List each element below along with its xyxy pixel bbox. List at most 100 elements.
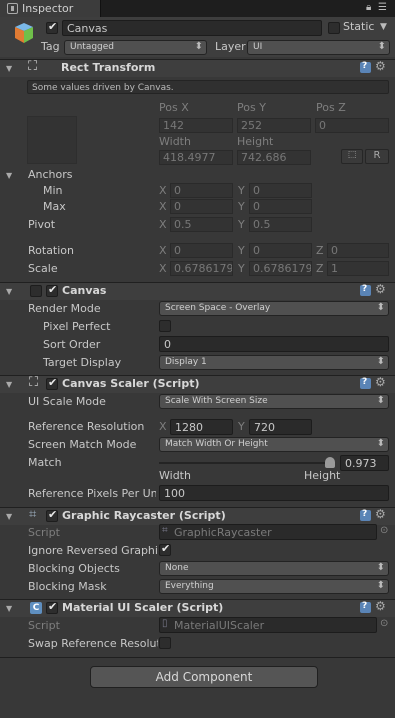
foldout-icon[interactable]: ▼ — [6, 380, 12, 389]
raw-edit-button[interactable]: R — [365, 149, 389, 164]
raycaster-script-icon: ⌗ — [29, 507, 37, 522]
blocking-objects-dropdown[interactable]: None — [159, 561, 389, 576]
canvas-scaler-enabled-checkbox[interactable] — [46, 376, 58, 390]
gear-icon[interactable]: ⚙ — [375, 599, 386, 613]
active-checkbox[interactable] — [46, 20, 58, 34]
target-display-dropdown[interactable]: Display 1 — [159, 355, 389, 370]
anchor-min-x-field[interactable]: 0 — [170, 183, 233, 198]
screen-match-mode-dropdown[interactable]: Match Width Or Height — [159, 437, 389, 452]
match-value-field[interactable]: 0.973 — [340, 455, 389, 471]
add-component-button[interactable]: Add Component — [90, 666, 318, 688]
sort-order-label: Sort Order — [43, 338, 101, 351]
help-icon[interactable] — [360, 377, 371, 389]
rotation-y-field[interactable]: 0 — [249, 243, 312, 258]
ignore-reversed-checkbox[interactable] — [159, 542, 171, 556]
lock-icon[interactable]: 🔒︎ — [366, 2, 371, 13]
csharp-script-icon: C — [30, 602, 42, 614]
blocking-objects-label: Blocking Objects — [28, 562, 120, 575]
reference-ppu-field[interactable]: 100 — [159, 485, 389, 501]
ui-scale-mode-dropdown[interactable]: Scale With Screen Size — [159, 394, 389, 409]
anchor-max-x-field[interactable]: 0 — [170, 199, 233, 214]
rect-transform-header[interactable] — [0, 59, 395, 77]
pixel-perfect-checkbox[interactable] — [159, 320, 171, 332]
scale-x-field[interactable]: 0.6786179 — [170, 261, 233, 276]
gear-icon[interactable]: ⚙ — [375, 375, 386, 389]
help-icon[interactable] — [360, 61, 371, 73]
pos-x-field[interactable]: 142 — [159, 118, 233, 133]
canvas-header[interactable] — [0, 282, 395, 300]
render-mode-dropdown[interactable]: Screen Space - Overlay — [159, 301, 389, 316]
reference-resolution-y-field[interactable]: 720 — [249, 419, 312, 435]
graphic-raycaster-enabled-checkbox[interactable] — [46, 508, 58, 522]
canvas-component-icon — [30, 285, 42, 297]
tab-inspector[interactable]: Inspector — [0, 0, 101, 17]
match-slider-track[interactable] — [159, 462, 335, 464]
ignore-reversed-label: Ignore Reversed Graphic — [28, 544, 158, 557]
match-slider-thumb[interactable] — [325, 457, 336, 468]
script-label: Script — [28, 526, 60, 539]
swap-reference-checkbox[interactable] — [159, 637, 171, 649]
foldout-icon[interactable]: ▼ — [6, 287, 12, 296]
sort-order-field[interactable]: 0 — [159, 336, 389, 352]
object-picker-icon[interactable]: ⊙ — [380, 525, 388, 536]
canvas-title: Canvas — [62, 284, 107, 297]
material-ui-scaler-enabled-checkbox[interactable] — [46, 600, 58, 614]
pivot-x-field[interactable]: 0.5 — [170, 217, 233, 232]
blueprint-mode-button[interactable]: ⬚ — [341, 149, 363, 164]
reference-resolution-label: Reference Resolution — [28, 420, 145, 433]
swap-reference-label: Swap Reference Resoluti — [28, 637, 158, 650]
gear-icon[interactable]: ⚙ — [375, 507, 386, 521]
divider — [0, 657, 395, 658]
gear-icon[interactable]: ⚙ — [375, 282, 386, 296]
canvas-enabled-checkbox[interactable] — [46, 283, 58, 297]
axis-x-label: X — [159, 218, 167, 231]
axis-y-label: Y — [238, 420, 245, 433]
rotation-x-field[interactable]: 0 — [170, 243, 233, 258]
rotation-label: Rotation — [28, 244, 75, 257]
tag-dropdown[interactable]: Untagged — [64, 40, 207, 55]
driven-note: Some values driven by Canvas. — [27, 80, 389, 94]
anchors-label: Anchors — [28, 168, 73, 181]
anchors-foldout-icon[interactable]: ▼ — [6, 171, 12, 180]
scale-y-field[interactable]: 0.6786179 — [249, 261, 312, 276]
blocking-mask-label: Blocking Mask — [28, 580, 107, 593]
blocking-mask-dropdown[interactable]: Everything — [159, 579, 389, 594]
width-field[interactable]: 418.4977 — [159, 150, 233, 165]
inspector-icon — [7, 3, 18, 14]
anchor-max-y-field[interactable]: 0 — [249, 199, 312, 214]
axis-x-label: X — [159, 262, 167, 275]
help-icon[interactable] — [360, 509, 371, 521]
scale-z-field[interactable]: 1 — [327, 261, 389, 276]
anchor-min-y-field[interactable]: 0 — [249, 183, 312, 198]
pos-z-field[interactable]: 0 — [315, 118, 389, 133]
axis-y-label: Y — [238, 244, 245, 257]
height-field[interactable]: 742.686 — [237, 150, 311, 165]
rect-transform-icon: ⛶ — [28, 59, 38, 74]
pivot-y-field[interactable]: 0.5 — [249, 217, 312, 232]
layer-dropdown[interactable]: UI — [247, 40, 390, 55]
ui-scale-mode-label: UI Scale Mode — [28, 395, 106, 408]
pos-y-label: Pos Y — [237, 101, 266, 114]
scale-label: Scale — [28, 262, 58, 275]
reference-resolution-x-field[interactable]: 1280 — [170, 419, 233, 435]
object-name-field[interactable]: Canvas — [62, 20, 322, 36]
anchor-preset-widget[interactable] — [27, 116, 77, 164]
gear-icon[interactable]: ⚙ — [375, 59, 386, 73]
canvas-scaler-title: Canvas Scaler (Script) — [62, 377, 200, 390]
layer-label: Layer — [215, 40, 246, 53]
pos-y-field[interactable]: 252 — [237, 118, 311, 133]
object-picker-icon[interactable]: ⊙ — [380, 618, 388, 629]
static-dropdown-arrow-icon[interactable]: ▼ — [380, 22, 387, 32]
match-height-label: Height — [304, 469, 341, 482]
axis-y-label: Y — [238, 218, 245, 231]
foldout-icon[interactable]: ▼ — [6, 604, 12, 613]
static-checkbox[interactable] — [328, 22, 340, 34]
rotation-z-field[interactable]: 0 — [327, 243, 389, 258]
foldout-icon[interactable]: ▼ — [6, 512, 12, 521]
graphic-raycaster-title: Graphic Raycaster (Script) — [62, 509, 226, 522]
menu-icon[interactable]: ☰ — [378, 2, 387, 13]
help-icon[interactable] — [360, 601, 371, 613]
foldout-icon[interactable]: ▼ — [6, 64, 12, 73]
help-icon[interactable] — [360, 284, 371, 296]
script-label: Script — [28, 619, 60, 632]
